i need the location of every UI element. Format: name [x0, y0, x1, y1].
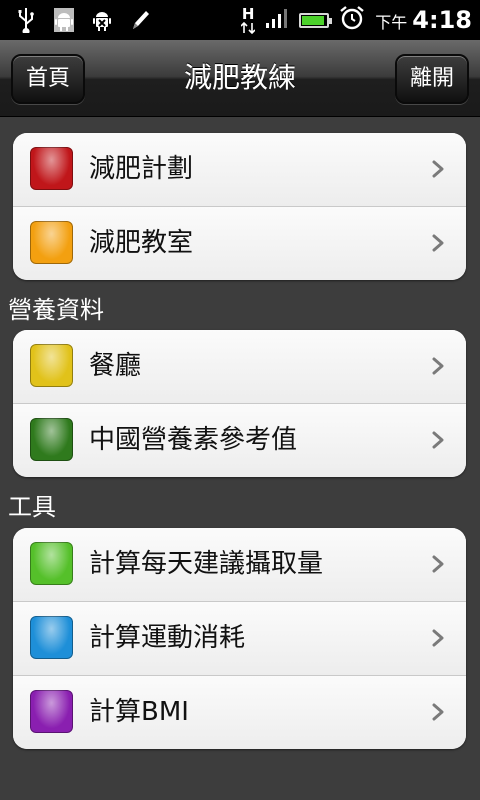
list-item-label: 計算每天建議攝取量	[89, 549, 324, 579]
color-square-icon	[30, 542, 73, 585]
chevron-right-icon	[432, 234, 444, 252]
android-icon	[52, 7, 76, 33]
time-period: 下午	[375, 13, 408, 32]
section-header-nutrition: 營養資料	[8, 296, 104, 324]
color-square-icon	[30, 616, 73, 659]
exit-button[interactable]: 離開	[395, 54, 469, 104]
list-item-label: 餐廳	[89, 351, 142, 381]
color-square-icon	[30, 147, 73, 190]
color-square-icon	[30, 690, 73, 733]
usb-icon	[14, 7, 38, 33]
notification-icons	[14, 0, 152, 40]
chevron-right-icon	[432, 555, 444, 573]
pencil-icon	[128, 7, 152, 33]
list-item-label: 減肥計劃	[89, 154, 194, 184]
list-item-label: 計算BMI	[89, 697, 189, 727]
list-item-diet-plan[interactable]: 減肥計劃	[13, 133, 466, 207]
menu-list: 減肥計劃 減肥教室 營養資料 餐廳 中國營養素參考值 工具 計算每天建議攝取量	[0, 117, 480, 800]
list-item-diet-class[interactable]: 減肥教室	[13, 207, 466, 280]
list-item-label: 中國營養素參考值	[89, 425, 298, 455]
list-item-daily-intake[interactable]: 計算每天建議攝取量	[13, 528, 466, 602]
menu-group-main: 減肥計劃 減肥教室	[13, 133, 466, 280]
chevron-right-icon	[432, 703, 444, 721]
list-item-restaurant[interactable]: 餐廳	[13, 330, 466, 404]
menu-group-nutrition: 餐廳 中國營養素參考值	[13, 330, 466, 477]
battery-icon	[299, 12, 333, 28]
list-item-exercise-calories[interactable]: 計算運動消耗	[13, 602, 466, 676]
network-type: H	[241, 4, 255, 23]
section-header-tools: 工具	[8, 493, 56, 521]
chevron-right-icon	[432, 357, 444, 375]
color-square-icon	[30, 221, 73, 264]
menu-group-tools: 計算每天建議攝取量 計算運動消耗 計算BMI	[13, 528, 466, 749]
android-debug-icon	[90, 7, 114, 33]
system-icons: H 下午 4:18	[241, 0, 472, 40]
list-item-bmi[interactable]: 計算BMI	[13, 676, 466, 749]
chevron-right-icon	[432, 431, 444, 449]
color-square-icon	[30, 344, 73, 387]
battery-level	[302, 15, 324, 25]
navigation-bar: 減肥教練 首頁 離開	[0, 40, 480, 117]
status-bar: H 下午 4:18	[0, 0, 480, 40]
clock: 下午 4:18	[375, 6, 472, 34]
chevron-right-icon	[432, 160, 444, 178]
time: 4:18	[412, 6, 472, 34]
list-item-nutrient-reference[interactable]: 中國營養素參考值	[13, 404, 466, 477]
signal-icon	[265, 7, 289, 33]
list-item-label: 減肥教室	[89, 228, 194, 258]
list-item-label: 計算運動消耗	[89, 623, 246, 653]
chevron-right-icon	[432, 629, 444, 647]
hspa-icon: H	[241, 4, 256, 34]
home-button[interactable]: 首頁	[11, 54, 85, 104]
color-square-icon	[30, 418, 73, 461]
alarm-icon	[339, 5, 365, 35]
